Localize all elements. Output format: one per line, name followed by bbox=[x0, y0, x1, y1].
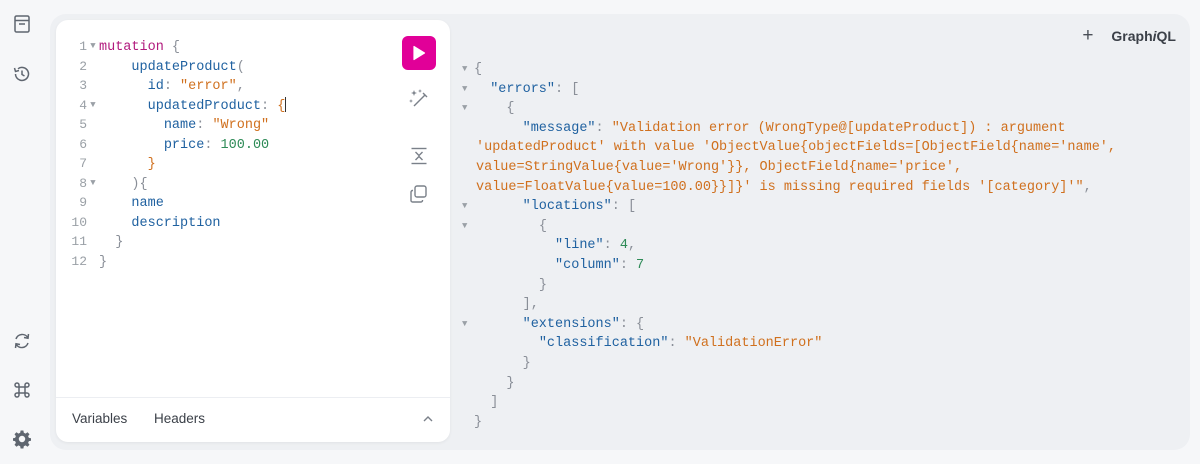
code-line: 3 id: "error", bbox=[79, 78, 245, 94]
copy-icon bbox=[410, 185, 427, 203]
refresh-icon[interactable] bbox=[10, 329, 34, 353]
fold-arrow-icon[interactable]: ▼ bbox=[462, 315, 467, 335]
fold-arrow-icon[interactable]: ▼ bbox=[462, 197, 467, 217]
fold-arrow-icon[interactable]: ▼ bbox=[462, 99, 467, 119]
query-editor-panel: 1 ▼ mutation { 2 updateProduct( 3 id: "err… bbox=[56, 20, 450, 442]
merge-icon bbox=[411, 147, 427, 165]
response-viewer: ▼{ ▼ "errors": [ ▼ { "message": "Validat… bbox=[462, 60, 1117, 430]
magic-wand-icon bbox=[409, 89, 428, 107]
code-line: 6 price: 100.00 bbox=[79, 136, 270, 153]
code-line: 4 ▼ updatedProduct: { bbox=[79, 96, 287, 116]
tab-variables[interactable]: Variables bbox=[72, 411, 127, 426]
play-icon bbox=[413, 45, 426, 61]
code-line: 2 updateProduct( bbox=[79, 58, 245, 75]
tab-headers[interactable]: Headers bbox=[154, 411, 205, 426]
add-tab-button[interactable]: + bbox=[1082, 26, 1093, 45]
code-line: 10 description bbox=[71, 214, 221, 231]
code-line: 12} bbox=[71, 253, 108, 270]
fold-arrow-icon[interactable]: ▼ bbox=[87, 37, 99, 57]
header-actions: + GraphiQL bbox=[1082, 26, 1176, 45]
code-line: 5 name: "Wrong" bbox=[79, 117, 270, 133]
fold-arrow-icon[interactable]: ▼ bbox=[462, 217, 467, 237]
code-line: 8 ▼ ){ bbox=[79, 174, 148, 194]
editor-tools-bar: Variables Headers bbox=[56, 397, 450, 442]
code-line: 1 ▼ mutation { bbox=[79, 37, 181, 57]
copy-query-button[interactable] bbox=[407, 182, 431, 206]
code-line: 9 name bbox=[79, 195, 164, 211]
fold-arrow-icon[interactable]: ▼ bbox=[87, 96, 99, 116]
execute-query-button[interactable] bbox=[402, 36, 436, 70]
merge-fragments-button[interactable] bbox=[407, 144, 431, 168]
fold-arrow-icon[interactable]: ▼ bbox=[462, 60, 467, 80]
code-line: 7 } bbox=[79, 156, 156, 172]
query-editor[interactable]: 1 ▼ mutation { 2 updateProduct( 3 id: "err… bbox=[56, 37, 386, 271]
fold-arrow-icon[interactable]: ▼ bbox=[462, 80, 467, 100]
text-cursor bbox=[285, 97, 287, 113]
docs-icon[interactable] bbox=[10, 12, 34, 36]
sidebar bbox=[0, 0, 44, 464]
history-icon[interactable] bbox=[10, 62, 34, 86]
settings-icon[interactable] bbox=[10, 427, 34, 451]
prettify-button[interactable] bbox=[407, 86, 431, 110]
shortcut-icon[interactable] bbox=[10, 378, 34, 402]
graphiql-logo: GraphiQL bbox=[1111, 27, 1176, 44]
fold-arrow-icon[interactable]: ▼ bbox=[87, 174, 99, 194]
code-line: 11 } bbox=[71, 234, 124, 250]
chevron-up-icon[interactable] bbox=[422, 412, 434, 430]
